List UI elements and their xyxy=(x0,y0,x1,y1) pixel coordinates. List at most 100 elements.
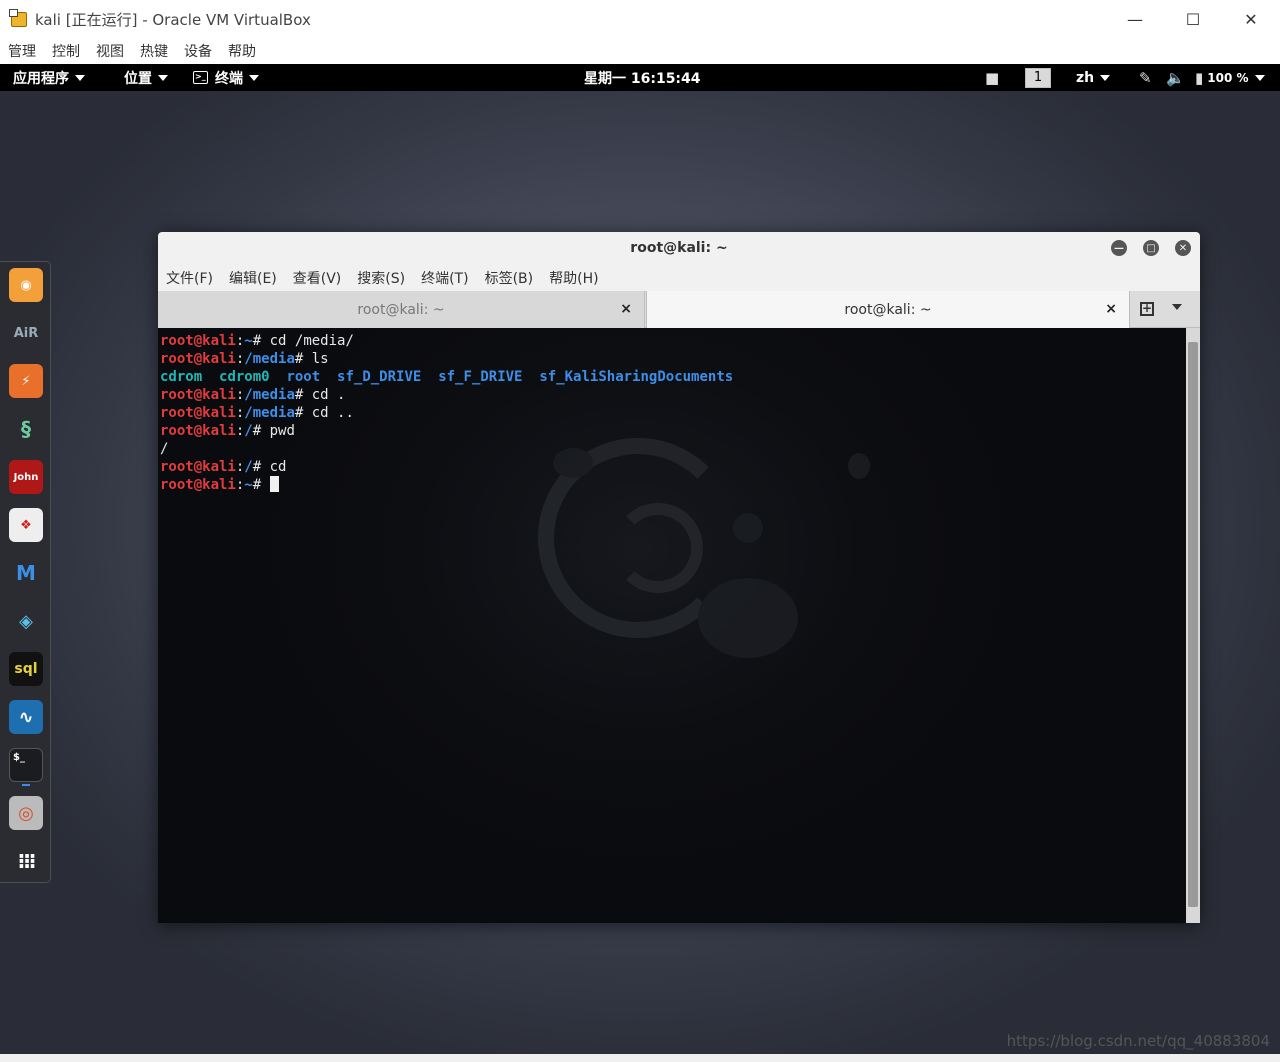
workspace-indicator-wrap: 1 xyxy=(1025,64,1051,91)
chevron-down-icon xyxy=(1100,74,1111,81)
prompt-symbol: # xyxy=(252,423,262,439)
menu-edit[interactable]: 编辑(E) xyxy=(229,268,277,288)
applications-menu[interactable]: 应用程序 xyxy=(13,64,85,91)
maximize-button[interactable]: □ xyxy=(1143,240,1159,256)
dock: ◉ AiR ⚡ § John ❖ M ◈ sql ∿ $_ ◎ ⁝⁝⁝ xyxy=(0,261,51,883)
john-icon[interactable]: John xyxy=(9,460,43,494)
vbox-menu-control[interactable]: 控制 xyxy=(52,41,80,61)
scrollbar[interactable] xyxy=(1186,328,1200,923)
menu-view[interactable]: 查看(V) xyxy=(293,268,342,288)
vbox-menu-devices[interactable]: 设备 xyxy=(184,41,212,61)
metasploit-icon[interactable]: M xyxy=(9,556,43,590)
battery-icon: ▮ xyxy=(1195,68,1204,87)
terminal-title: root@kali: ~ xyxy=(630,240,728,256)
vbox-menu-manage[interactable]: 管理 xyxy=(8,41,36,61)
terminal-window: root@kali: ~ — □ ✕ 文件(F) 编辑(E) 查看(V) 搜索(… xyxy=(158,232,1200,923)
prompt-path: / xyxy=(244,459,253,475)
terminal-app-label: 终端 xyxy=(215,70,243,87)
terminal-line: root@kali:~# xyxy=(160,476,733,494)
vbox-titlebar: kali [正在运行] - Oracle VM VirtualBox — ☐ ✕ xyxy=(0,0,1280,38)
command-text: cd .. xyxy=(303,405,354,421)
burpsuite-icon[interactable]: ⚡ xyxy=(9,364,43,398)
prompt-path: ~ xyxy=(244,477,253,493)
vbox-menu-hotkeys[interactable]: 热键 xyxy=(140,41,168,61)
running-indicator xyxy=(22,784,30,786)
vbox-menubar: 管理 控制 视图 热键 设备 帮助 xyxy=(0,38,1280,64)
command-text: pwd xyxy=(261,423,295,439)
maltego-icon[interactable]: § xyxy=(9,412,43,446)
ink-splatter-decoration xyxy=(698,578,798,658)
terminal-line: root@kali:/media# cd . xyxy=(160,386,733,404)
terminal-menubar: 文件(F) 编辑(E) 查看(V) 搜索(S) 终端(T) 标签(B) 帮助(H… xyxy=(166,268,615,288)
volume-icon[interactable]: 🔈 xyxy=(1166,64,1185,91)
close-button[interactable]: ✕ xyxy=(1175,240,1191,256)
applications-label: 应用程序 xyxy=(13,70,69,87)
ink-splatter-decoration xyxy=(733,513,763,543)
terminal-app-menu[interactable]: >_ 终端 xyxy=(193,64,259,91)
vbox-menu-help[interactable]: 帮助 xyxy=(228,41,256,61)
prompt-path: /media xyxy=(244,387,295,403)
terminal-headerbar: root@kali: ~ — □ ✕ 文件(F) 编辑(E) 查看(V) 搜索(… xyxy=(158,232,1200,291)
terminal-icon[interactable]: $_ xyxy=(9,748,43,782)
ls-entry: root xyxy=(286,369,321,385)
new-tab-button[interactable]: + xyxy=(1135,297,1159,321)
aircrack-icon[interactable]: AiR xyxy=(9,316,43,350)
ls-entry: cdrom xyxy=(160,369,203,385)
video-camera-icon[interactable]: ■ xyxy=(985,64,999,91)
tab-bar: root@kali: ~ × root@kali: ~ × + xyxy=(158,291,1200,328)
places-label: 位置 xyxy=(124,70,152,87)
close-icon[interactable]: × xyxy=(620,301,632,317)
places-menu[interactable]: 位置 xyxy=(124,64,168,91)
command-text xyxy=(261,477,269,493)
wireshark-icon[interactable]: ∿ xyxy=(9,700,43,734)
chromium-icon[interactable]: ◎ xyxy=(9,796,43,830)
scrollbar-thumb[interactable] xyxy=(1188,342,1198,907)
minimize-button[interactable]: — xyxy=(1106,0,1164,38)
status-menu[interactable]: ▮ 100 % xyxy=(1195,64,1265,91)
maximize-button[interactable]: ☐ xyxy=(1164,0,1222,38)
vbox-statusbar xyxy=(0,1054,1280,1062)
prompt-symbol: # xyxy=(252,459,262,475)
sqlmap-icon[interactable]: sql xyxy=(9,652,43,686)
workspace-indicator[interactable]: 1 xyxy=(1025,67,1051,88)
tab-label: root@kali: ~ xyxy=(357,301,445,318)
menu-search[interactable]: 搜索(S) xyxy=(357,268,405,288)
prompt-user: root@kali xyxy=(160,351,236,367)
text-cursor xyxy=(269,476,279,492)
debian-swirl-decoration xyxy=(613,503,703,593)
chevron-down-icon xyxy=(158,74,168,81)
menu-help[interactable]: 帮助(H) xyxy=(549,268,598,288)
ls-entry: sf_D_DRIVE xyxy=(337,369,422,385)
clock[interactable]: 星期一 16:15:44 xyxy=(584,64,701,91)
prompt-path: /media xyxy=(244,405,295,421)
tab-2[interactable]: root@kali: ~ × xyxy=(646,291,1130,328)
show-apps-icon[interactable]: ⁝⁝⁝ xyxy=(9,844,43,878)
tab-menu-button[interactable] xyxy=(1172,304,1182,310)
language-menu[interactable]: zh xyxy=(1076,64,1111,91)
menu-file[interactable]: 文件(F) xyxy=(166,268,213,288)
close-button[interactable]: ✕ xyxy=(1222,0,1280,38)
chevron-down-icon xyxy=(1254,74,1265,81)
armitage-icon[interactable]: ❖ xyxy=(9,508,43,542)
firefox-icon[interactable]: ◉ xyxy=(9,268,43,302)
prompt-user: root@kali xyxy=(160,333,236,349)
tab-1[interactable]: root@kali: ~ × xyxy=(158,291,645,328)
plus-icon: + xyxy=(1140,301,1154,316)
pen-icon[interactable]: ✎ xyxy=(1139,64,1152,91)
menu-terminal[interactable]: 终端(T) xyxy=(421,268,468,288)
command-text: ls xyxy=(303,351,329,367)
ls-entry: sf_F_DRIVE xyxy=(438,369,523,385)
menu-tabs[interactable]: 标签(B) xyxy=(485,268,534,288)
prompt-path: / xyxy=(244,423,253,439)
vbox-menu-view[interactable]: 视图 xyxy=(96,41,124,61)
close-icon[interactable]: × xyxy=(1105,301,1117,317)
prompt-symbol: # xyxy=(252,477,262,493)
terminal-output[interactable]: root@kali:~# cd /media/root@kali:/media#… xyxy=(158,328,1186,923)
terminal-lines: root@kali:~# cd /media/root@kali:/media#… xyxy=(160,332,733,494)
vbox-window-title: kali [正在运行] - Oracle VM VirtualBox xyxy=(35,10,311,29)
minimize-button[interactable]: — xyxy=(1111,240,1127,256)
faraday-icon[interactable]: ◈ xyxy=(9,604,43,638)
